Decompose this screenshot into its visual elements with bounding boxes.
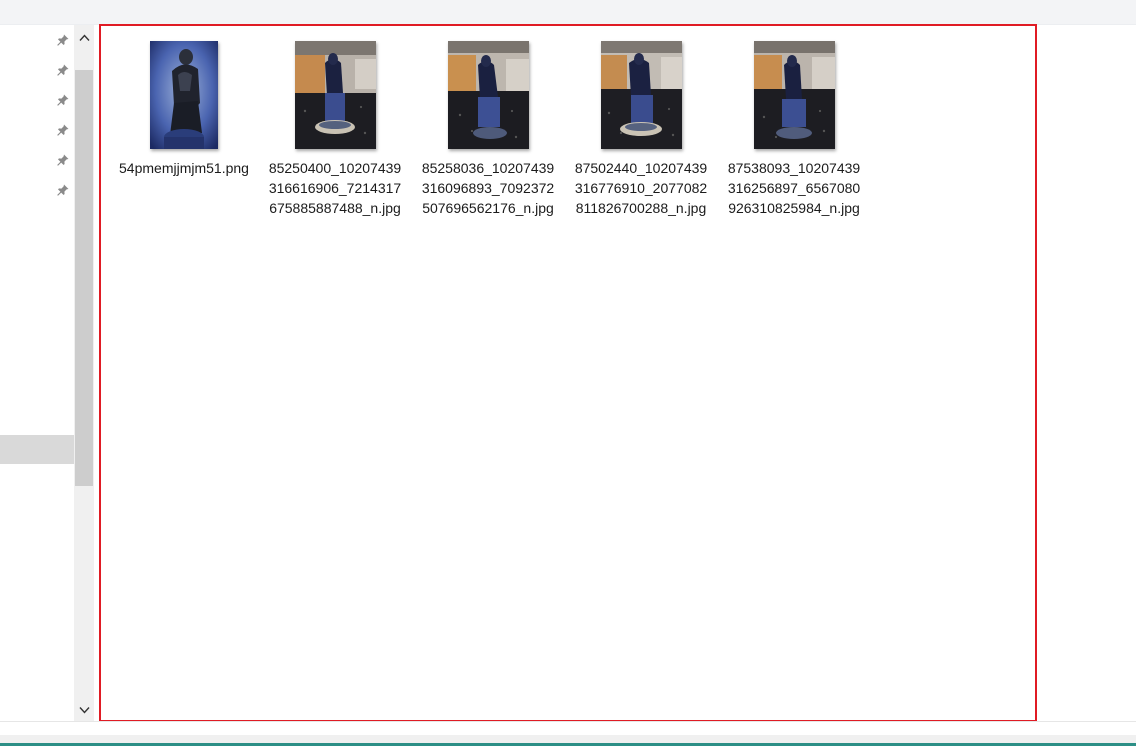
- file-item[interactable]: 85258036_10207439316096893_7092372507696…: [421, 40, 555, 218]
- file-name: 85258036_10207439316096893_7092372507696…: [421, 160, 555, 216]
- pin-icon[interactable]: [55, 182, 71, 198]
- scrollbar-thumb[interactable]: [75, 70, 93, 486]
- file-item[interactable]: 87538093_10207439316256897_6567080926310…: [727, 40, 861, 218]
- file-name: 54pmemjjmjm51.png: [119, 160, 249, 176]
- pin-icon[interactable]: [55, 92, 71, 108]
- navigation-pane: [0, 25, 74, 721]
- status-bar: [0, 721, 1136, 746]
- address-bar-area: [0, 0, 1136, 25]
- pin-icon[interactable]: [55, 32, 71, 48]
- image-thumbnail[interactable]: [150, 41, 218, 149]
- file-list-view[interactable]: 54pmemjjmjm51.png 85250400_1020743931661…: [99, 24, 1037, 722]
- file-item[interactable]: 54pmemjjmjm51.png: [117, 40, 251, 178]
- image-thumbnail[interactable]: [447, 41, 529, 149]
- file-name: 85250400_10207439316616906_7214317675885…: [268, 160, 402, 216]
- nav-scrollbar[interactable]: [74, 25, 94, 721]
- pin-icon[interactable]: [55, 62, 71, 78]
- chevron-down-icon[interactable]: [74, 699, 94, 721]
- image-thumbnail[interactable]: [753, 41, 835, 149]
- file-item[interactable]: 85250400_10207439316616906_7214317675885…: [268, 40, 402, 218]
- chevron-up-icon[interactable]: [74, 27, 94, 49]
- image-thumbnail[interactable]: [600, 41, 682, 149]
- file-name: 87502440_10207439316776910_2077082811826…: [574, 160, 708, 216]
- nav-item-selected[interactable]: [0, 435, 74, 464]
- file-name: 87538093_10207439316256897_6567080926310…: [727, 160, 861, 216]
- file-item[interactable]: 87502440_10207439316776910_2077082811826…: [574, 40, 708, 218]
- pin-icon[interactable]: [55, 152, 71, 168]
- pin-icon[interactable]: [55, 122, 71, 138]
- image-thumbnail[interactable]: [294, 41, 376, 149]
